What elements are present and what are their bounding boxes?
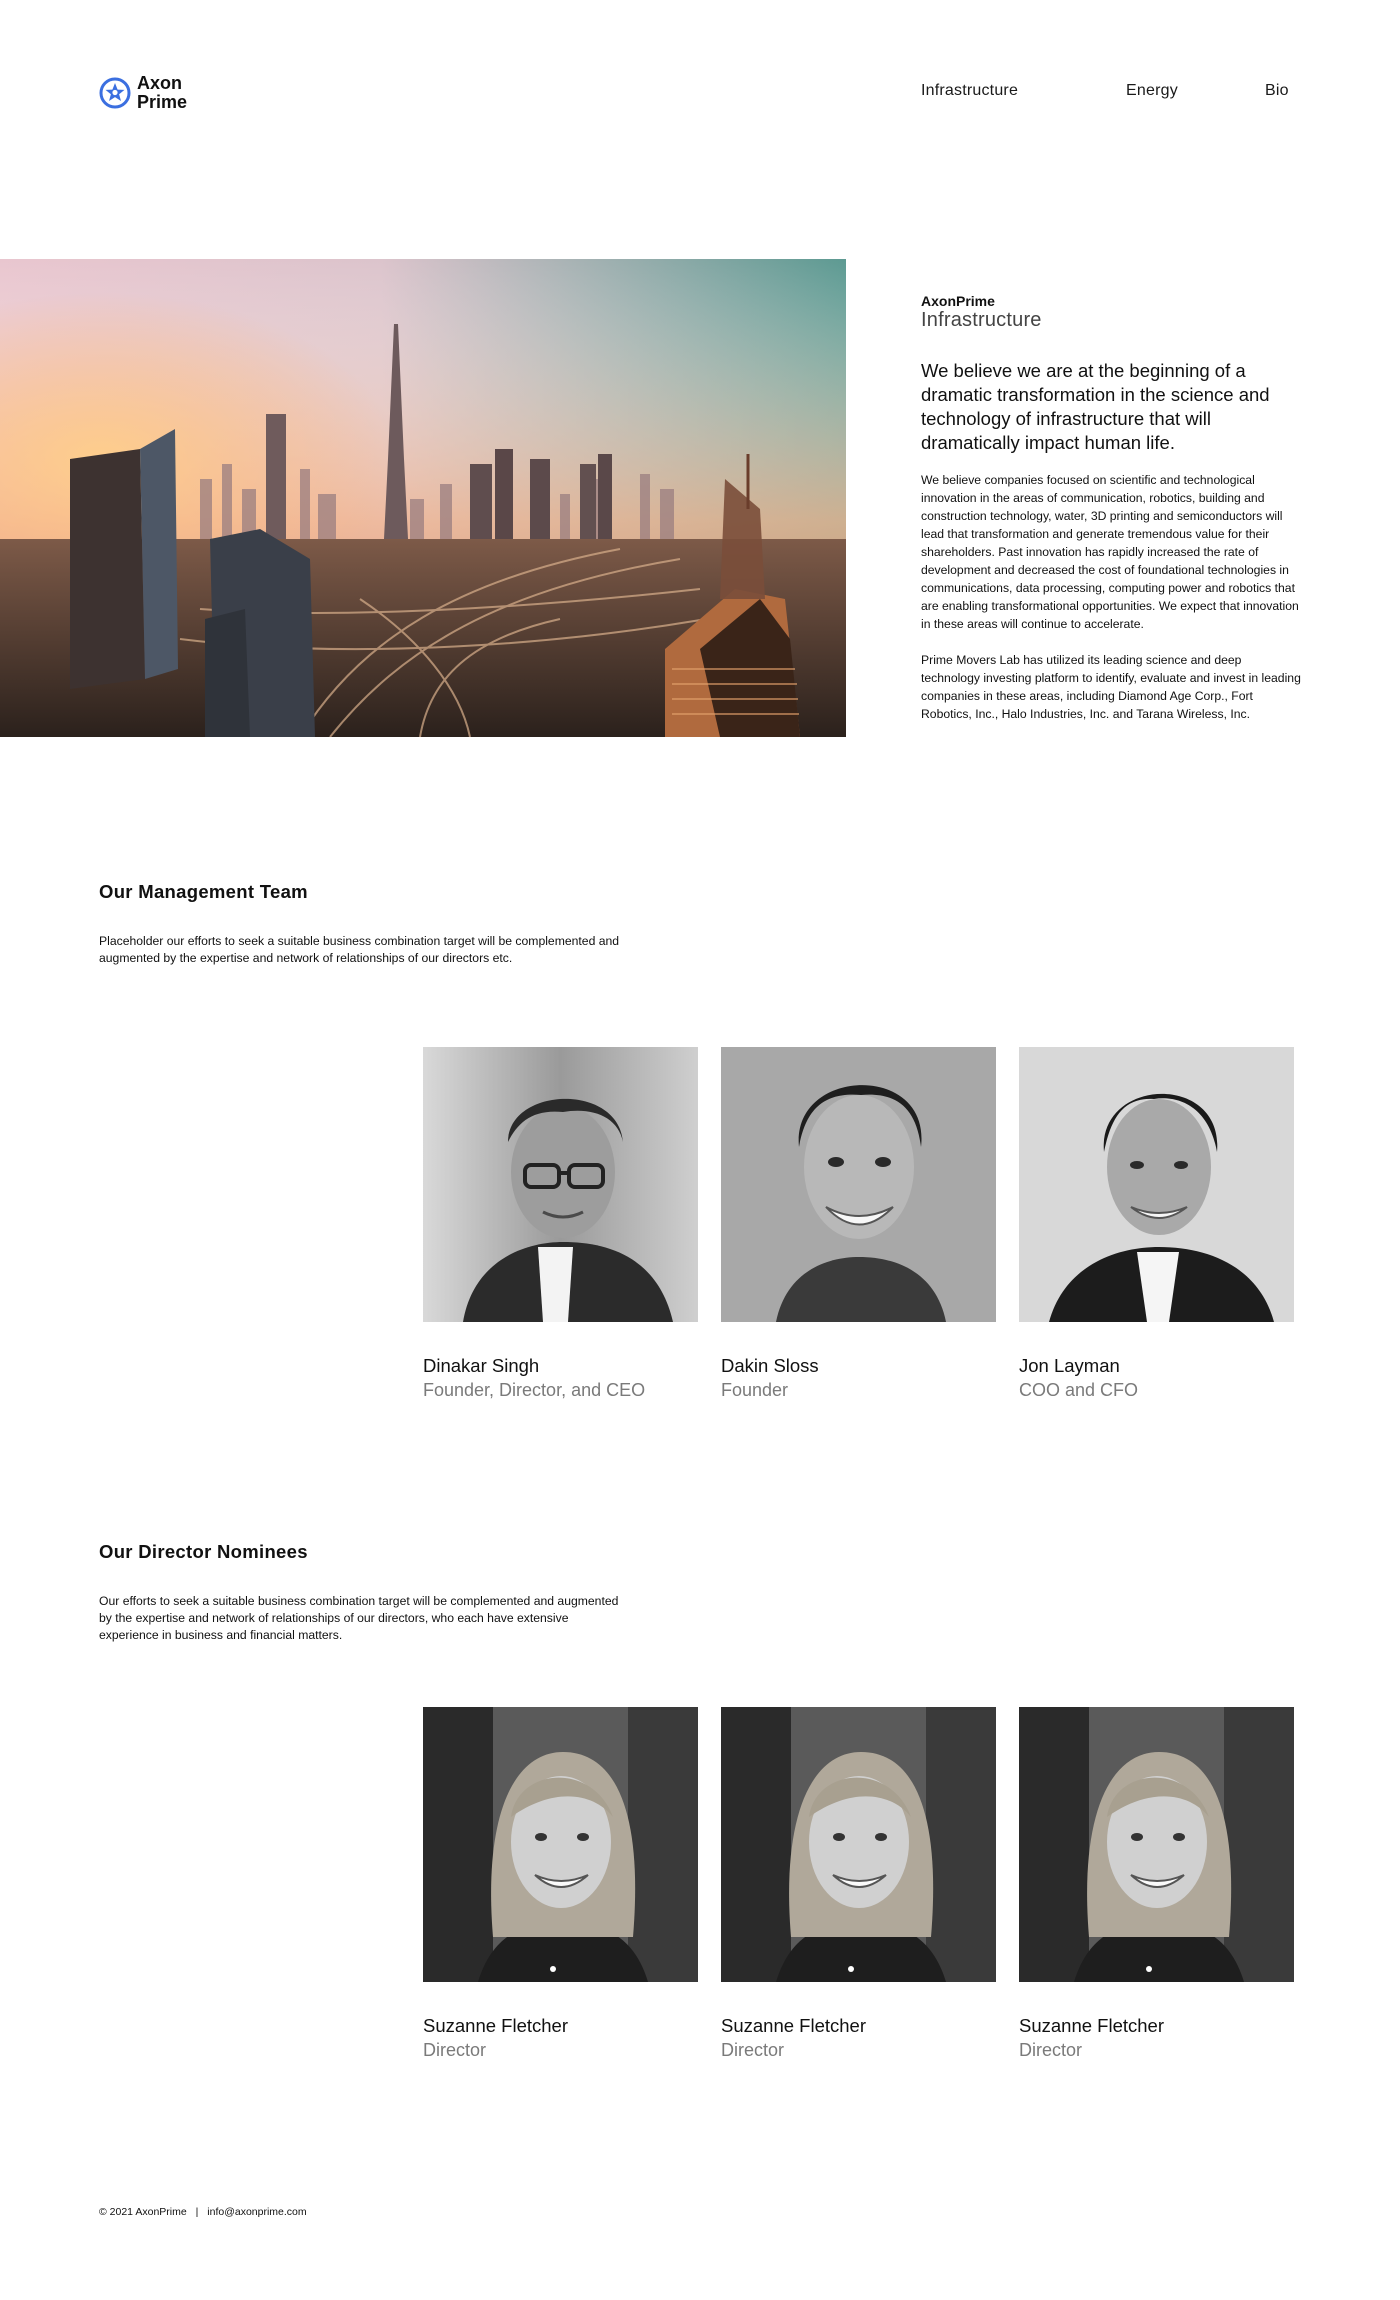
director-card: Suzanne Fletcher Director (423, 1707, 698, 2062)
portrait-photo (423, 1707, 698, 1982)
portrait-photo (1019, 1707, 1294, 1982)
hero-lead: We believe we are at the beginning of a … (921, 360, 1270, 453)
portrait-photo (721, 1047, 996, 1322)
city-skyline-image (0, 259, 846, 737)
team-member-card: Dinakar Singh Founder, Director, and CEO (423, 1047, 698, 1402)
footer-email-link[interactable]: info@axonprime.com (207, 2206, 306, 2218)
footer-separator: | (195, 2206, 199, 2218)
hero-subtitle: Infrastructure (921, 309, 1042, 331)
portrait-photo (423, 1047, 698, 1322)
hero-paragraph-1: We believe companies focused on scientif… (921, 473, 1299, 631)
member-name: Jon Layman (1019, 1355, 1120, 1376)
director-name: Suzanne Fletcher (721, 2015, 867, 2036)
directors-description: Our efforts to seek a suitable business … (99, 1594, 619, 1642)
member-name: Dinakar Singh (423, 1355, 540, 1376)
hero-copy: AxonPrime Infrastructure We believe we a… (921, 293, 1301, 723)
director-card: Suzanne Fletcher Director (1019, 1707, 1294, 2062)
member-role: Founder, Director, and CEO (423, 1380, 646, 1400)
director-role: Director (1019, 2040, 1083, 2060)
management-title: Our Management Team (99, 881, 308, 902)
nav-energy-link[interactable]: Energy (1126, 82, 1178, 100)
hero-brand: AxonPrime (921, 293, 995, 309)
director-name: Suzanne Fletcher (423, 2015, 569, 2036)
member-role: COO and CFO (1019, 1380, 1139, 1400)
portrait-photo (1019, 1047, 1294, 1322)
footer-copyright: © 2021 AxonPrime (99, 2206, 187, 2218)
nav-infrastructure-link[interactable]: Infrastructure (921, 82, 1018, 100)
footer: © 2021 AxonPrime | info@axonprime.com (99, 2206, 307, 2218)
main-nav: Infrastructure Energy Bio (0, 82, 1400, 102)
director-name: Suzanne Fletcher (1019, 2015, 1165, 2036)
team-member-card: Jon Layman COO and CFO (1019, 1047, 1294, 1402)
portrait-photo (721, 1707, 996, 1982)
member-role: Founder (721, 1380, 789, 1400)
director-card: Suzanne Fletcher Director (721, 1707, 996, 2062)
member-name: Dakin Sloss (721, 1355, 819, 1376)
management-description: Placeholder our efforts to seek a suitab… (99, 934, 620, 965)
directors-title: Our Director Nominees (99, 1541, 308, 1562)
director-role: Director (423, 2040, 487, 2060)
nav-bio-link[interactable]: Bio (1265, 82, 1289, 100)
team-member-card: Dakin Sloss Founder (721, 1047, 996, 1402)
hero-paragraph-2: Prime Movers Lab has utilized its leadin… (921, 653, 1301, 721)
director-role: Director (721, 2040, 785, 2060)
